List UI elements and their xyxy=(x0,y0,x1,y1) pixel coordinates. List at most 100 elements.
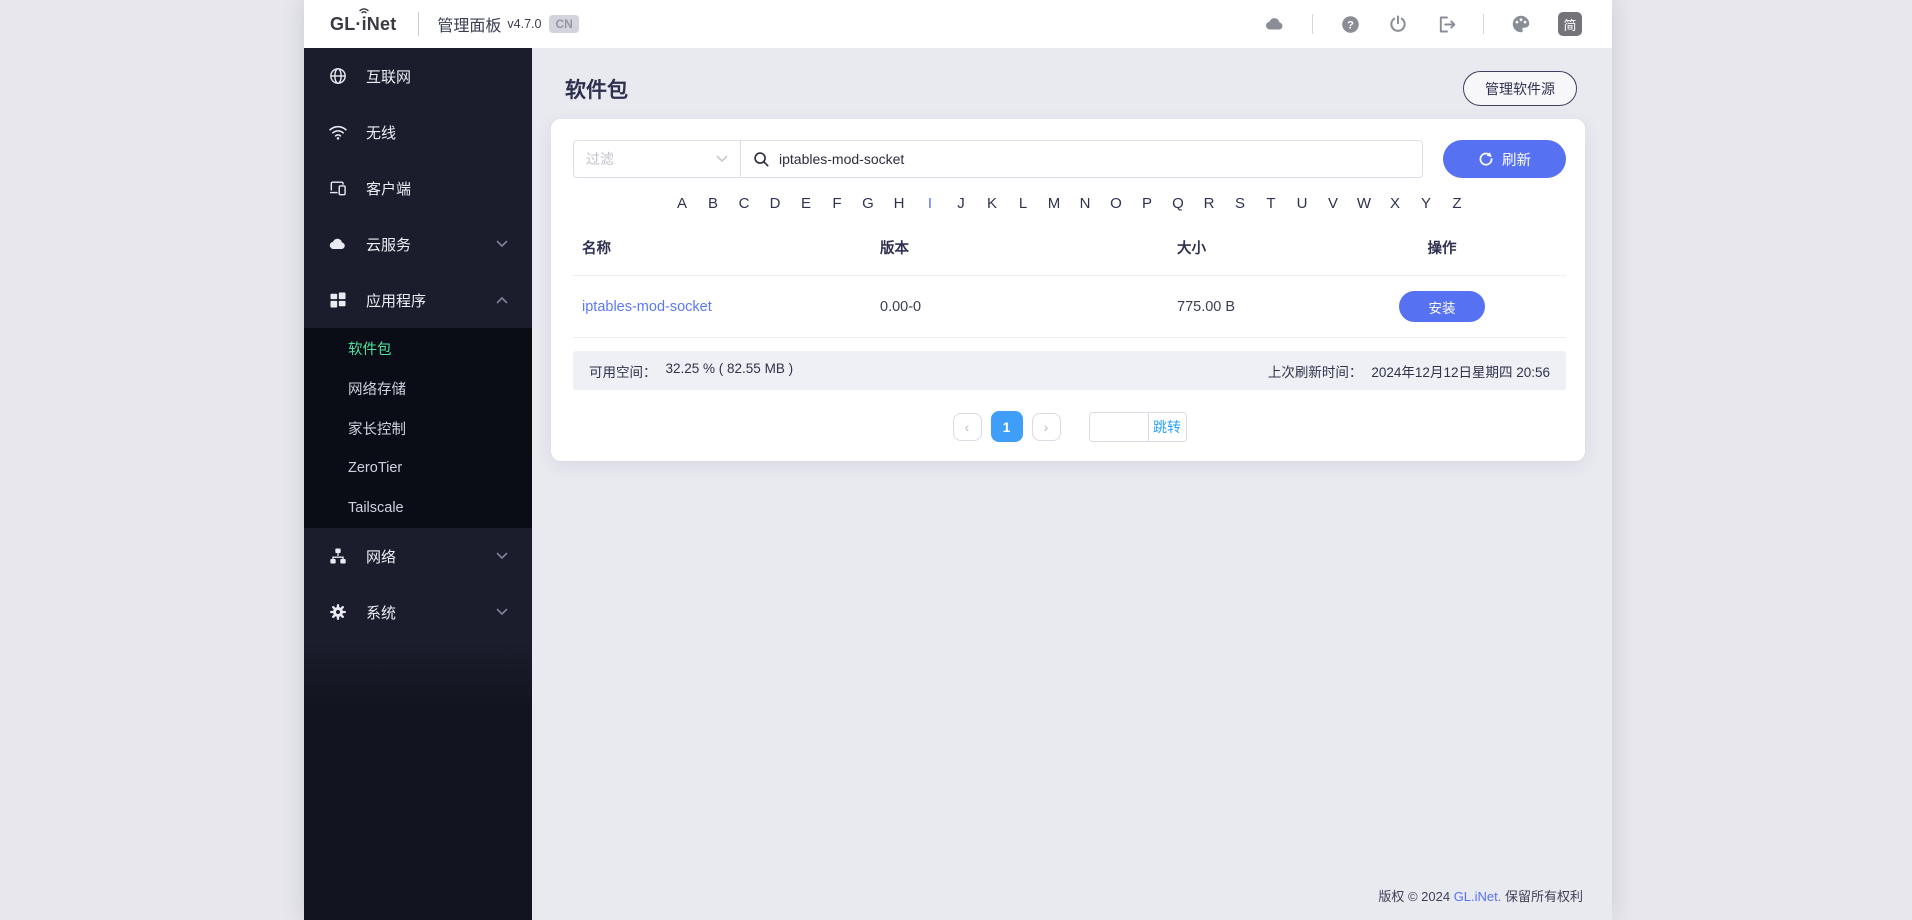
refresh-button[interactable]: 刷新 xyxy=(1443,140,1566,178)
logout-icon[interactable] xyxy=(1435,13,1457,35)
gear-icon xyxy=(328,602,348,622)
sidebar: 互联网 无线 客户端 云服务 应用程序 软件包 网络存储 家长控制 ZeroTi… xyxy=(304,48,532,920)
letter-link[interactable]: V xyxy=(1318,195,1349,212)
letter-link[interactable]: G xyxy=(853,195,884,212)
letter-link[interactable]: M xyxy=(1039,195,1070,212)
glinet-link[interactable]: GL.iNet. xyxy=(1454,889,1502,904)
page-jump-group: 跳转 xyxy=(1088,411,1187,442)
glinet-logo: GL· i Net xyxy=(330,7,396,35)
column-header-action: 操作 xyxy=(1427,241,1457,257)
cn-badge: CN xyxy=(549,15,579,33)
table-header-row: 名称 版本 大小 操作 xyxy=(573,227,1566,276)
refresh-icon xyxy=(1478,151,1494,167)
letter-link[interactable]: Z xyxy=(1442,195,1473,212)
filter-placeholder: 过滤 xyxy=(586,151,614,167)
sidebar-item-label: 云服务 xyxy=(366,236,412,254)
chevron-up-icon xyxy=(496,296,508,304)
app-window: GL· i Net 管理面板 v4.7.0 CN ? 简 互联网 无线 客户端 … xyxy=(304,0,1612,920)
sidebar-item-network[interactable]: 网络 xyxy=(304,528,532,584)
applications-submenu: 软件包 网络存储 家长控制 ZeroTier Tailscale xyxy=(304,328,532,528)
letter-link[interactable]: Q xyxy=(1163,195,1194,212)
letter-link[interactable]: P xyxy=(1132,195,1163,212)
letter-link[interactable]: S xyxy=(1225,195,1256,212)
sidebar-item-system[interactable]: 系统 xyxy=(304,584,532,640)
sidebar-item-internet[interactable]: 互联网 xyxy=(304,48,532,104)
logo-wifi-icon: i xyxy=(359,7,369,35)
table-row: iptables-mod-socket 0.00-0 775.00 B 安装 xyxy=(573,276,1566,338)
letter-link[interactable]: T xyxy=(1256,195,1287,212)
refresh-label: 刷新 xyxy=(1502,152,1531,169)
status-bar: 可用空间： 32.25 % ( 82.55 MB ) 上次刷新时间： 2024年… xyxy=(573,351,1566,390)
letter-link[interactable]: E xyxy=(791,195,822,212)
letter-link[interactable]: D xyxy=(760,195,791,212)
main-content: 软件包 管理软件源 过滤 iptables-mod-socket 刷新 A B … xyxy=(532,48,1612,920)
install-button[interactable]: 安装 xyxy=(1399,291,1485,322)
page-header: 软件包 管理软件源 xyxy=(565,71,1577,106)
letter-link[interactable]: N xyxy=(1070,195,1101,212)
sidebar-item-tailscale[interactable]: Tailscale xyxy=(304,488,532,528)
letter-link[interactable]: W xyxy=(1349,195,1380,212)
sidebar-item-wireless[interactable]: 无线 xyxy=(304,104,532,160)
letter-link[interactable]: A xyxy=(667,195,698,212)
letter-link[interactable]: L xyxy=(1008,195,1039,212)
sidebar-item-packages[interactable]: 软件包 xyxy=(304,328,532,368)
package-size: 775.00 B xyxy=(1177,298,1236,315)
free-space-status: 可用空间： 32.25 % ( 82.55 MB ) xyxy=(589,361,793,381)
letter-link[interactable]: H xyxy=(884,195,915,212)
globe-icon xyxy=(328,66,348,86)
page-title: 软件包 xyxy=(565,78,628,102)
cloud-icon xyxy=(328,234,348,254)
column-header-name: 名称 xyxy=(582,241,611,257)
letter-link[interactable]: O xyxy=(1101,195,1132,212)
letter-link[interactable]: R xyxy=(1194,195,1225,212)
letter-link[interactable]: B xyxy=(698,195,729,212)
header-divider xyxy=(418,12,420,36)
svg-text:?: ? xyxy=(1347,19,1354,31)
help-icon[interactable]: ? xyxy=(1339,13,1361,35)
power-icon[interactable] xyxy=(1387,13,1409,35)
free-space-label: 可用空间： xyxy=(589,364,657,380)
column-header-version: 版本 xyxy=(880,241,909,257)
alphabet-index: A B C D E F G H I J K L M N O P Q R S T … xyxy=(573,195,1566,212)
prev-page-button[interactable]: ‹ xyxy=(952,412,982,441)
page-jump-button[interactable]: 跳转 xyxy=(1147,412,1186,441)
letter-link[interactable]: K xyxy=(977,195,1008,212)
search-input[interactable] xyxy=(779,151,1410,167)
sidebar-item-label: 互联网 xyxy=(366,68,412,86)
letter-link[interactable]: X xyxy=(1380,195,1411,212)
letter-link[interactable]: U xyxy=(1287,195,1318,212)
network-icon xyxy=(328,546,348,566)
packages-table: 名称 版本 大小 操作 iptables-mod-socket 0.00-0 7… xyxy=(573,227,1566,338)
sidebar-item-clients[interactable]: 客户端 xyxy=(304,160,532,216)
panel-title: 管理面板 xyxy=(437,18,502,35)
next-page-button[interactable]: › xyxy=(1031,412,1061,441)
chevron-down-icon xyxy=(496,608,508,616)
letter-link[interactable]: Y xyxy=(1411,195,1442,212)
letter-link[interactable]: C xyxy=(729,195,760,212)
sidebar-item-zerotier[interactable]: ZeroTier xyxy=(304,448,532,488)
letter-link[interactable]: J xyxy=(946,195,977,212)
pagination: ‹ 1 › 跳转 xyxy=(573,411,1566,442)
apps-icon xyxy=(328,290,348,310)
sidebar-item-network-storage[interactable]: 网络存储 xyxy=(304,368,532,408)
toolbar: 过滤 刷新 xyxy=(573,140,1566,178)
cloud-icon[interactable] xyxy=(1264,13,1286,35)
sidebar-item-applications[interactable]: 应用程序 xyxy=(304,272,532,328)
letter-link-active[interactable]: I xyxy=(915,195,946,212)
last-refresh-label: 上次刷新时间： xyxy=(1267,364,1363,380)
letter-link[interactable]: F xyxy=(822,195,853,212)
manage-sources-button[interactable]: 管理软件源 xyxy=(1463,71,1577,106)
page-number-current[interactable]: 1 xyxy=(990,411,1023,442)
sidebar-item-parental-control[interactable]: 家长控制 xyxy=(304,408,532,448)
package-name-link[interactable]: iptables-mod-socket xyxy=(582,299,712,315)
last-refresh-status: 上次刷新时间： 2024年12月12日星期四 20:56 xyxy=(1268,361,1550,381)
wifi-icon xyxy=(328,122,348,142)
search-box xyxy=(741,140,1423,178)
language-badge[interactable]: 简 xyxy=(1558,12,1582,36)
sidebar-item-cloud-services[interactable]: 云服务 xyxy=(304,216,532,272)
palette-icon[interactable] xyxy=(1510,13,1532,35)
package-version: 0.00-0 xyxy=(880,298,922,315)
filter-select[interactable]: 过滤 xyxy=(573,140,741,178)
sidebar-item-label: 应用程序 xyxy=(366,292,427,310)
page-jump-input[interactable] xyxy=(1089,412,1148,441)
